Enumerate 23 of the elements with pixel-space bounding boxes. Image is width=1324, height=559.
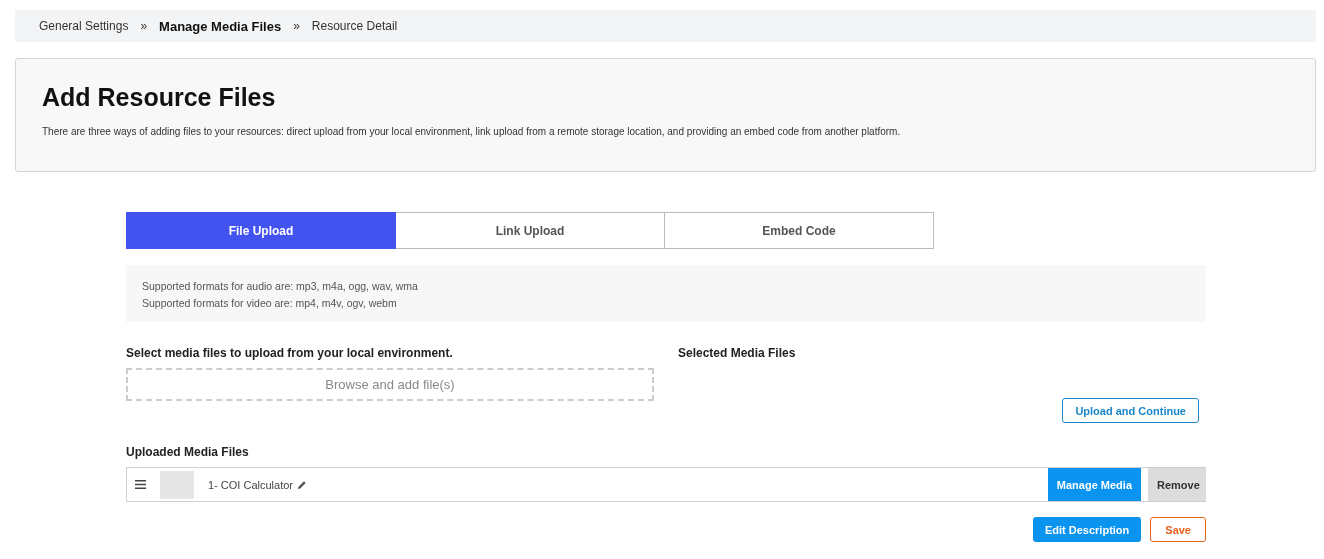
breadcrumb-link[interactable]: Resource Detail (311, 19, 398, 33)
thumbnail-placeholder (160, 470, 194, 499)
file-name: 1- COI Calculator (208, 478, 293, 491)
breadcrumb-link[interactable]: Manage Media Files (159, 18, 282, 34)
formats-text: Supported formats for audio are: mp3, m4a, ogg, wav, wma (142, 279, 419, 294)
browse-dropzone[interactable]: Browse and add file(s) (126, 368, 654, 401)
menu-icon[interactable] (135, 480, 146, 489)
upload-button[interactable]: Upload and Continue (1062, 398, 1199, 423)
section-label: Selected Media Files (678, 346, 797, 360)
page-description: There are three ways of adding files to your resources: direct upload from your local environment, link upload from a remote storage location, and providing an embed code from another platform. (42, 126, 902, 137)
section-label: Select media files to upload from your local environment. (126, 346, 454, 360)
breadcrumb-link[interactable]: General Settings (39, 19, 129, 33)
pencil-icon[interactable] (297, 479, 307, 490)
tab[interactable]: File Upload (126, 212, 396, 249)
save-button[interactable]: Save (1150, 517, 1206, 542)
tab[interactable]: Embed Code (665, 212, 934, 249)
breadcrumb-separator: » (293, 19, 300, 33)
breadcrumb-separator: » (140, 19, 148, 33)
tab[interactable]: Link Upload (396, 212, 665, 249)
page-title: Add Resource Files (42, 83, 277, 112)
formats-text: Supported formats for video are: mp4, m4v, ogv, webm (142, 296, 398, 311)
remove-button[interactable]: Remove (1148, 468, 1206, 501)
section-label: Uploaded Media Files (126, 445, 250, 459)
